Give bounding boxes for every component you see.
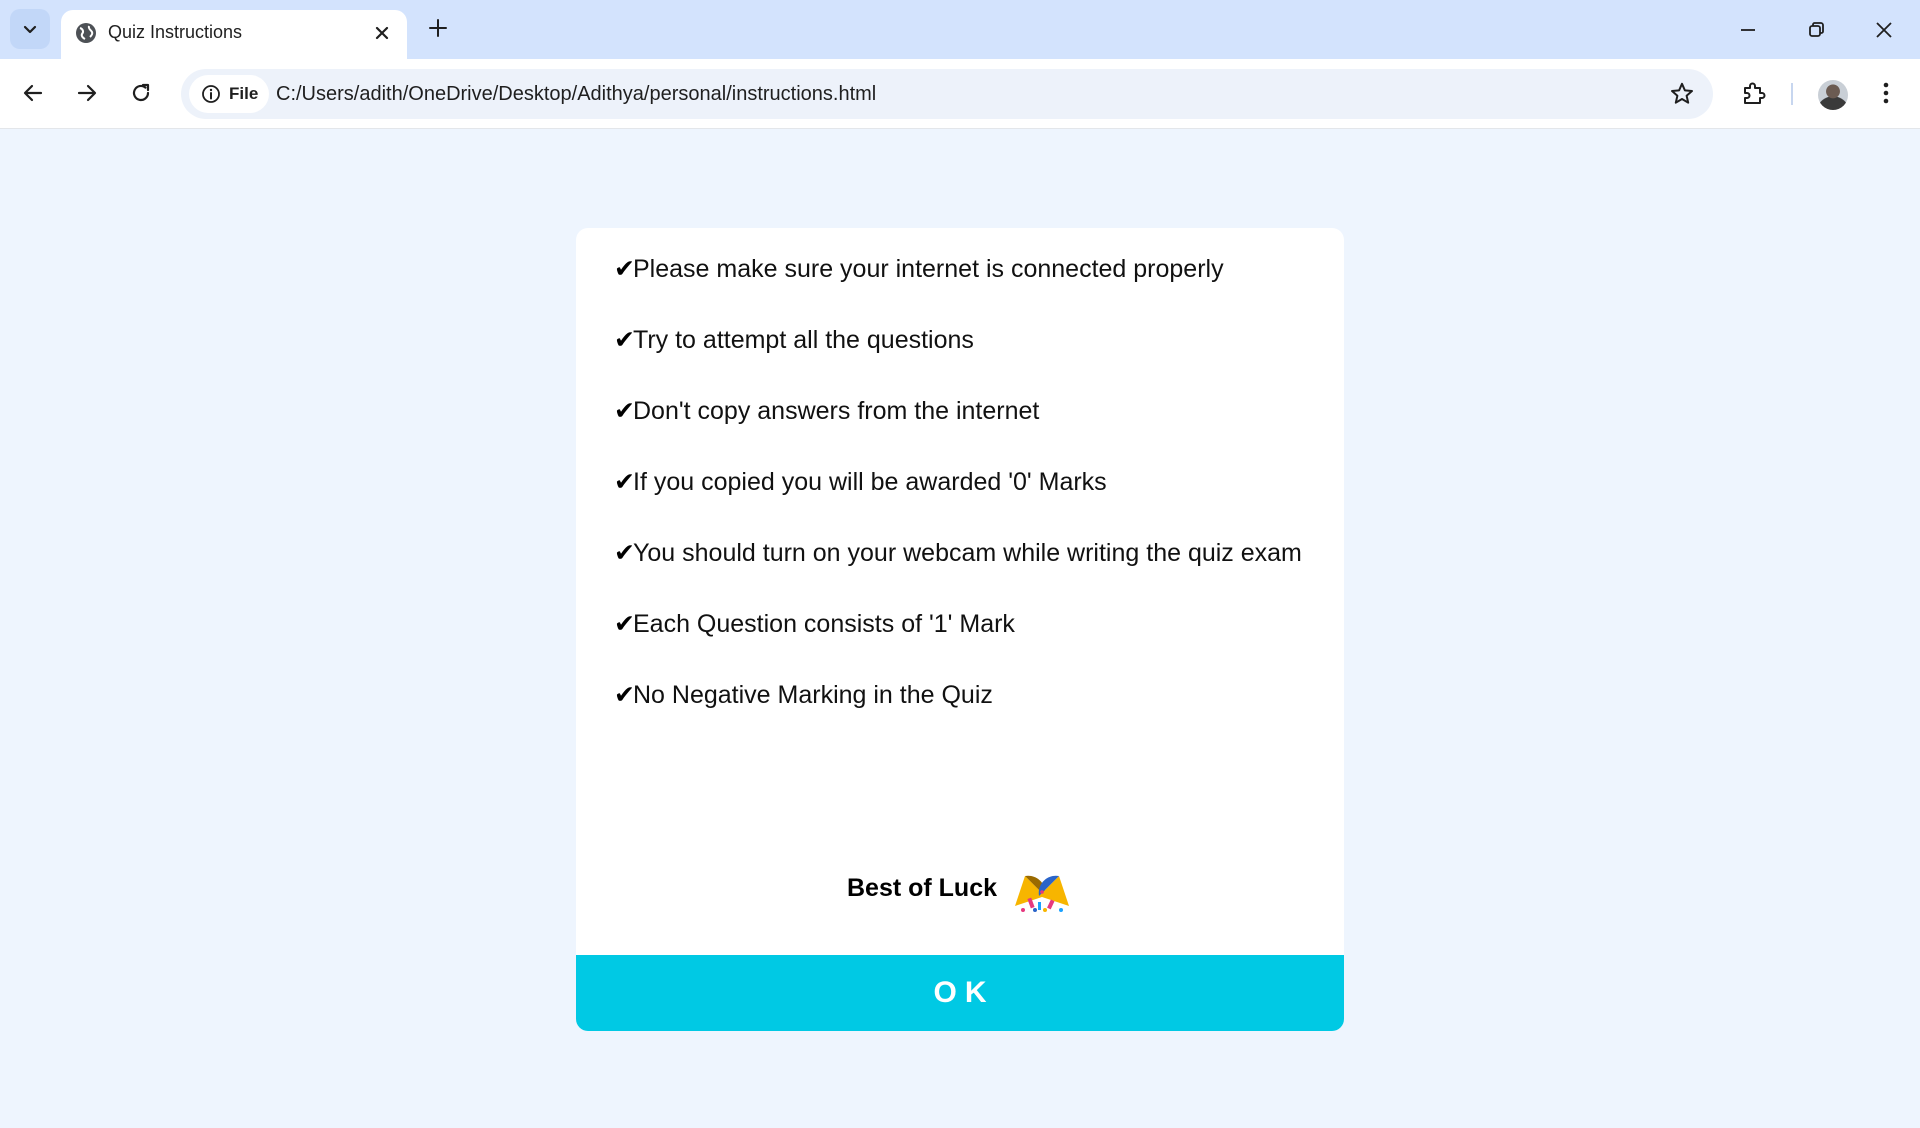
url-text[interactable]: C:/Users/adith/OneDrive/Desktop/Adithya/… [276,69,876,119]
closing-text: Best of Luck [846,873,998,902]
browser-tab[interactable]: Quiz Instructions [61,10,407,59]
rule-item: ✔ If you copied you will be awarded '0' … [614,465,1314,500]
globe-icon [76,23,96,43]
instructions-card: ✔ Please make sure your internet is conn… [576,228,1344,1031]
rule-text: Each Question consists of '1' Mark [633,610,1015,638]
rule-item: ✔ You should turn on your webcam while w… [614,536,1314,571]
scheme-label: File [229,84,259,103]
info-icon [202,85,220,103]
tab-title: Quiz Instructions [108,22,243,42]
rule-item: ✔ Don't copy answers from the internet [614,394,1314,429]
site-info-chip[interactable]: File [189,75,269,113]
rule-text: You should turn on your webcam while wri… [633,539,1302,567]
browser-toolbar: File C:/Users/adith/OneDrive/Desktop/Adi… [0,59,1920,129]
forward-button[interactable] [67,73,107,113]
restore-button[interactable] [1794,8,1838,52]
star-icon[interactable] [1669,81,1695,107]
close-icon [375,26,389,40]
check-mark: ✔ [614,326,635,354]
extensions-button[interactable] [1733,73,1773,113]
rule-item: ✔ No Negative Marking in the Quiz [614,678,1314,713]
minimize-button[interactable] [1726,8,1770,52]
kebab-menu-icon [1883,82,1889,104]
back-button[interactable] [13,73,53,113]
rule-text: Don't copy answers from the internet [633,397,1040,425]
reload-button[interactable] [121,73,161,113]
tab-search-button[interactable] [10,9,50,49]
new-tab-button[interactable] [422,12,454,44]
check-mark: ✔ [614,255,635,283]
page-viewport: ✔ Please make sure your internet is conn… [0,129,1920,1128]
rule-item: ✔ Try to attempt all the questions [614,323,1314,358]
check-mark: ✔ [614,539,635,567]
check-mark: ✔ [614,681,635,709]
minimize-icon [1741,29,1755,31]
rule-text: No Negative Marking in the Quiz [633,681,993,709]
rules-list: ✔ Please make sure your internet is conn… [614,252,1314,749]
toolbar-separator [1791,83,1793,105]
party-popper-icon [1015,875,1070,912]
closing-message: Best of Luck [576,858,1344,918]
rule-item: ✔ Please make sure your internet is conn… [614,252,1314,287]
check-mark: ✔ [614,610,635,638]
ok-button[interactable]: OK [576,955,1344,1031]
tab-close-button[interactable] [369,20,395,46]
forward-arrow-icon [77,84,97,102]
profile-avatar[interactable] [1818,80,1848,110]
back-arrow-icon [23,84,43,102]
rule-text: If you copied you will be awarded '0' Ma… [633,468,1107,496]
rule-text: Try to attempt all the questions [633,326,974,354]
check-mark: ✔ [614,468,635,496]
puzzle-icon [1744,82,1766,104]
reload-icon [132,83,150,102]
rule-text: Please make sure your internet is connec… [633,255,1224,283]
tab-strip: Quiz Instructions [0,0,1920,59]
close-window-icon [1876,22,1892,38]
browser-menu-button[interactable] [1866,73,1906,113]
rule-item: ✔ Each Question consists of '1' Mark [614,607,1314,642]
check-mark: ✔ [614,397,635,425]
plus-icon [429,19,447,37]
close-window-button[interactable] [1862,8,1906,52]
chevron-down-icon [23,25,37,34]
address-bar[interactable]: File C:/Users/adith/OneDrive/Desktop/Adi… [181,69,1713,119]
restore-icon [1809,22,1824,37]
